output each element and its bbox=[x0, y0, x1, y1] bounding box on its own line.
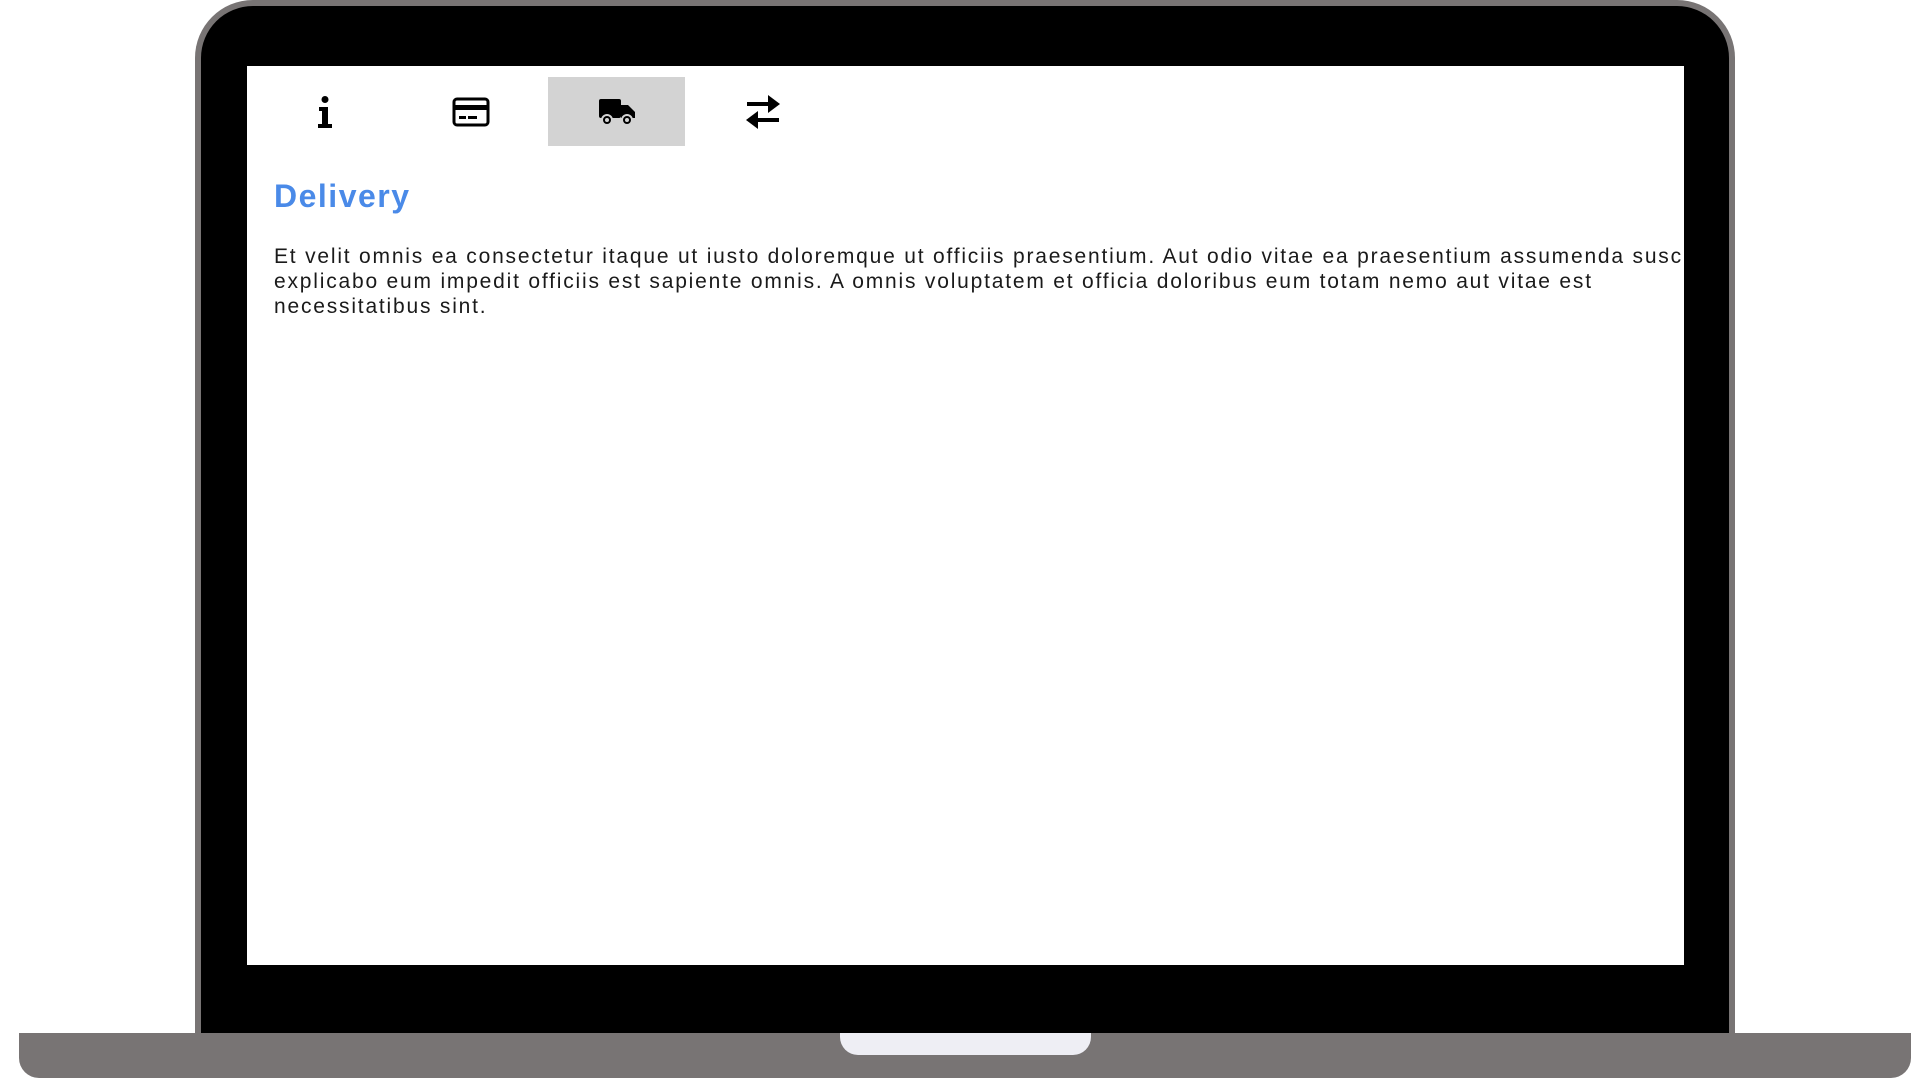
truck-icon bbox=[598, 97, 636, 127]
tab-content: Delivery Et velit omnis ea consectetur i… bbox=[274, 176, 1684, 319]
laptop-notch bbox=[840, 1033, 1091, 1055]
tab-delivery[interactable] bbox=[548, 77, 685, 146]
section-body: Et velit omnis ea consectetur itaque ut … bbox=[274, 245, 1684, 318]
tab-returns[interactable] bbox=[694, 77, 831, 146]
tab-bar bbox=[247, 77, 831, 146]
laptop-screen: Delivery Et velit omnis ea consectetur i… bbox=[247, 66, 1684, 965]
exchange-arrows-icon bbox=[744, 94, 782, 130]
info-icon bbox=[315, 95, 335, 129]
tab-payment[interactable] bbox=[402, 77, 539, 146]
section-title: Delivery bbox=[274, 178, 411, 214]
credit-card-icon bbox=[452, 97, 490, 127]
tab-info[interactable] bbox=[256, 77, 393, 146]
